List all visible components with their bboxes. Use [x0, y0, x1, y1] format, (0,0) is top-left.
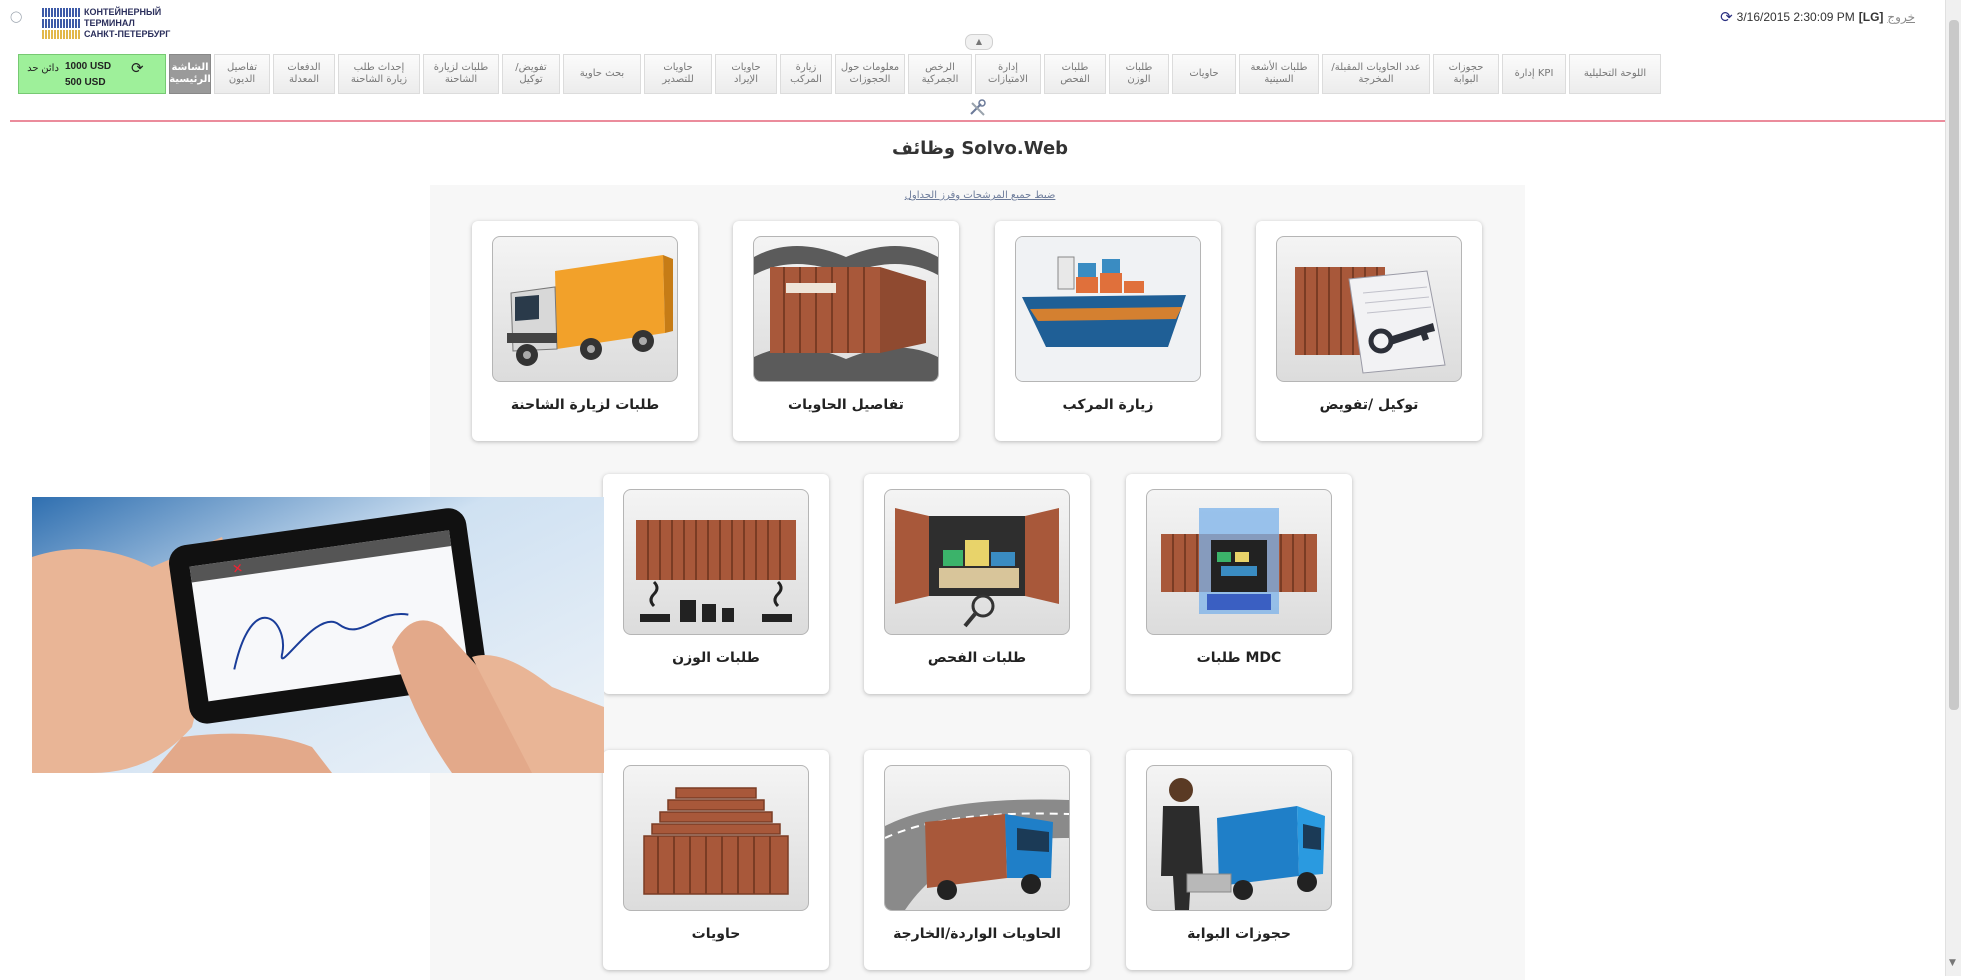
tile-truck-visit-requests-label: طلبات لزيارة الشاحنة	[510, 397, 660, 413]
credit-amount-2: 500 USD	[65, 77, 106, 88]
toolbar-item-home[interactable]: الشاشة الرئيسية	[169, 54, 211, 94]
container-scan-icon	[1146, 489, 1332, 635]
truck-icon	[492, 236, 678, 382]
tile-container-details[interactable]: تفاصيل الحاويات	[733, 221, 959, 441]
logo-line-1: КОНТЕЙНЕРНЫЙ	[84, 7, 162, 17]
scrollbar-thumb[interactable]	[1949, 20, 1959, 710]
toolbar-item-container-counts[interactable]: عدد الحاويات المقبلة/المخرجة	[1322, 54, 1430, 94]
header-divider	[10, 120, 1945, 122]
signature-tablet-image: ✕	[32, 497, 604, 773]
menu-toggle-button[interactable]: ▲	[965, 34, 993, 50]
tile-truck-visit-requests[interactable]: طلبات لزيارة الشاحنة	[472, 221, 698, 441]
container-key-document-icon	[1276, 236, 1462, 382]
page-title: وظائف Solvo.Web	[891, 138, 1069, 159]
stacked-containers-icon	[623, 765, 809, 911]
toolbar-item-containers[interactable]: حاويات	[1172, 54, 1236, 94]
tile-inspection-requests[interactable]: طلبات الفحص	[864, 474, 1090, 694]
toolbar-item-gate-bookings[interactable]: حجوزات البوابة	[1433, 54, 1499, 94]
logo-line-3: САНКТ-ПЕТЕРБУРГ	[84, 29, 171, 39]
terminal-logo: КОНТЕЙНЕРНЫЙ ТЕРМИНАЛ САНКТ-ПЕТЕРБУРГ	[42, 6, 212, 42]
toolbar-item-vessel-visit[interactable]: زيارة المركب	[780, 54, 832, 94]
tile-gate-bookings-label: حجوزات البوابة	[1187, 926, 1291, 942]
toolbar-item-create-truck-visit[interactable]: إحداث طلب زيارة الشاحنة	[338, 54, 420, 94]
toolbar-item-inspection-requests[interactable]: طلبات الفحص	[1044, 54, 1106, 94]
logo-line-2: ТЕРМИНАЛ	[84, 18, 135, 28]
reset-filters-link[interactable]: ضبط جميع المرشحات وفرز الجداول	[760, 190, 1200, 201]
container-weights-icon	[623, 489, 809, 635]
logo-bars-icon	[42, 8, 80, 40]
logout-link[interactable]: خروج	[1887, 10, 1915, 24]
tile-mdc-requests-label: MDC طلبات	[1196, 650, 1282, 666]
tile-authorization[interactable]: توكيل /تفويض	[1256, 221, 1482, 441]
gate-booking-icon	[1146, 765, 1332, 911]
collapse-header-icon[interactable]: ◯	[10, 10, 24, 24]
toolbar-item-container-search[interactable]: بحث حاوية	[563, 54, 641, 94]
toolbar-item-import-containers[interactable]: حاويات الإيراد	[715, 54, 777, 94]
main-toolbar: دائن حد 1000 USD 500 USD ⟳ الشاشة الرئيس…	[18, 54, 1940, 94]
datetime-text: 3/16/2015 2:30:09 PM	[1736, 10, 1855, 24]
tile-vessel-visit[interactable]: زيارة المركب	[995, 221, 1221, 441]
credit-balance-panel: دائن حد 1000 USD 500 USD ⟳	[18, 54, 166, 94]
container-detail-icon	[753, 236, 939, 382]
toolbar-item-privileges[interactable]: إدارة الامتيازات	[975, 54, 1041, 94]
tile-authorization-label: توكيل /تفويض	[1319, 397, 1419, 413]
logo-text: КОНТЕЙНЕРНЫЙ ТЕРМИНАЛ САНКТ-ПЕТЕРБУРГ	[84, 7, 170, 40]
credit-limit-label: دائن حد	[27, 63, 59, 74]
tile-vessel-visit-label: زيارة المركب	[1062, 397, 1154, 413]
toolbar-item-authorization[interactable]: /تفويض توكيل	[502, 54, 560, 94]
tile-containers[interactable]: حاويات	[603, 750, 829, 970]
tile-in-out-containers[interactable]: الحاويات الواردة/الخارجة	[864, 750, 1090, 970]
credit-amount-1: 1000 USD	[65, 61, 112, 72]
refresh-icon[interactable]: ⟳	[1720, 8, 1733, 26]
tile-inspection-requests-label: طلبات الفحص	[927, 650, 1027, 666]
container-inspection-icon	[884, 489, 1070, 635]
tile-gate-bookings[interactable]: حجوزات البوابة	[1126, 750, 1352, 970]
vertical-scrollbar[interactable]: ▼	[1945, 0, 1961, 976]
tile-containers-label: حاويات	[691, 926, 741, 942]
toolbar-item-dashboard[interactable]: اللوحة التحليلية	[1569, 54, 1661, 94]
tile-weighing-requests-label: طلبات الوزن	[672, 650, 760, 666]
cargo-ship-icon	[1015, 236, 1201, 382]
toolbar-item-kpi[interactable]: إدارة KPI	[1502, 54, 1566, 94]
tile-mdc-requests[interactable]: MDC طلبات	[1126, 474, 1352, 694]
toolbar-item-export-containers[interactable]: حاويات للتصدير	[644, 54, 712, 94]
svg-text:✕: ✕	[231, 561, 244, 577]
toolbar-item-weighing-requests[interactable]: طلبات الوزن	[1109, 54, 1169, 94]
status-bar: ⟳ 3/16/2015 2:30:09 PM [LG] خروج	[1720, 8, 1915, 26]
toolbar-item-customs-licenses[interactable]: الرخص الجمركية	[908, 54, 972, 94]
top-header: ◯ КОНТЕЙНЕРНЫЙ ТЕРМИНАЛ САНКТ-ПЕТЕРБУРГ …	[0, 0, 1945, 120]
refresh-balance-icon[interactable]: ⟳	[131, 59, 144, 77]
toolbar-item-booking-info[interactable]: معلومات حول الحجوزات	[835, 54, 905, 94]
truck-road-icon	[884, 765, 1070, 911]
tile-weighing-requests[interactable]: طلبات الوزن	[603, 474, 829, 694]
tools-icon[interactable]	[968, 99, 988, 117]
toolbar-item-xray-requests[interactable]: طلبات الأشعة السينية	[1239, 54, 1319, 94]
tile-in-out-containers-label: الحاويات الواردة/الخارجة	[893, 926, 1061, 942]
tile-container-details-label: تفاصيل الحاويات	[788, 397, 904, 413]
toolbar-item-debt-details[interactable]: تفاصيل الديون	[214, 54, 270, 94]
user-code: [LG]	[1858, 10, 1884, 24]
toolbar-item-adjusted-payments[interactable]: الدفعات المعدلة	[273, 54, 335, 94]
scroll-down-icon[interactable]: ▼	[1949, 958, 1956, 968]
toolbar-item-truck-visit-requests[interactable]: طلبات لزيارة الشاحنة	[423, 54, 499, 94]
